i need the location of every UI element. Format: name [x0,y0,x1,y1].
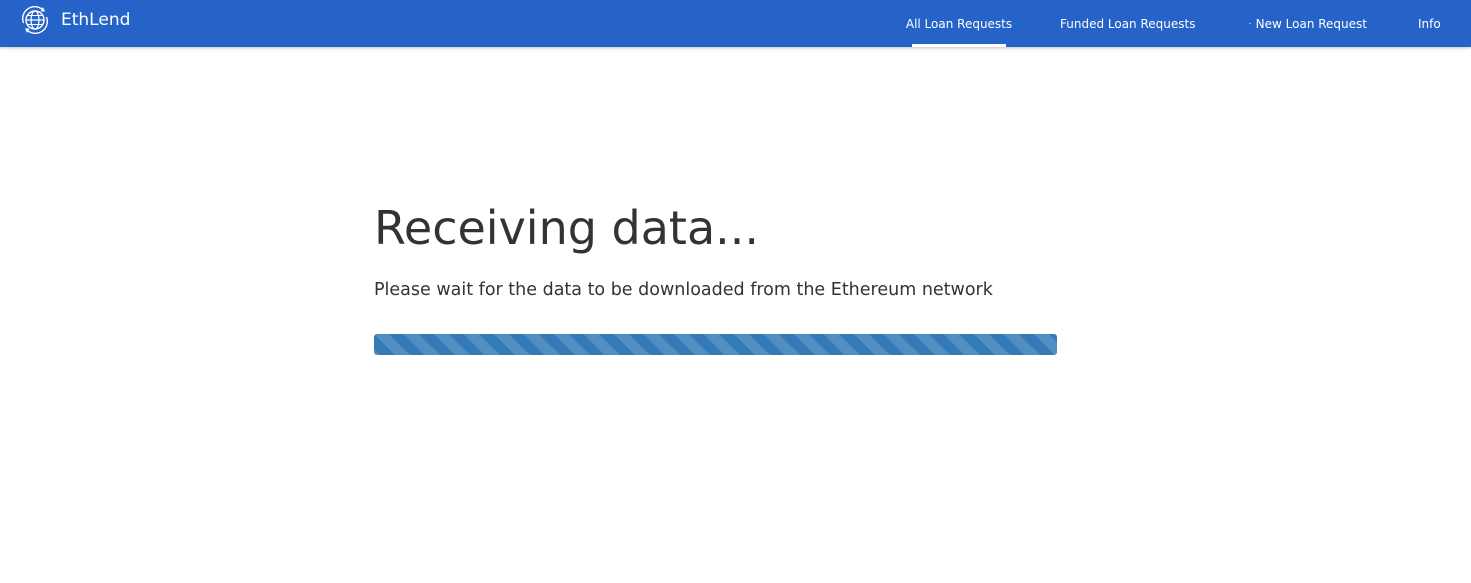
loading-message: Please wait for the data to be downloade… [374,280,993,300]
top-navbar: EthLend All Loan Requests Funded Loan Re… [0,0,1471,47]
nav-new-loan-request-label: New Loan Request [1255,16,1367,31]
progress-bar [374,334,1057,355]
page-title: Receiving data... [374,201,760,255]
nav-all-loan-requests[interactable]: All Loan Requests [906,0,1012,47]
progress-track [374,334,1057,355]
nav-funded-loan-requests[interactable]: Funded Loan Requests [1060,0,1195,47]
plus-circle-icon [1249,22,1251,25]
nav-new-loan-request[interactable]: New Loan Request [1249,0,1367,47]
loading-panel: Receiving data... Please wait for the da… [374,190,1064,355]
brand-link[interactable]: EthLend [19,4,130,36]
nav-info[interactable]: Info [1418,0,1443,47]
globe-refresh-icon [22,5,48,35]
brand-name: EthLend [61,10,131,30]
